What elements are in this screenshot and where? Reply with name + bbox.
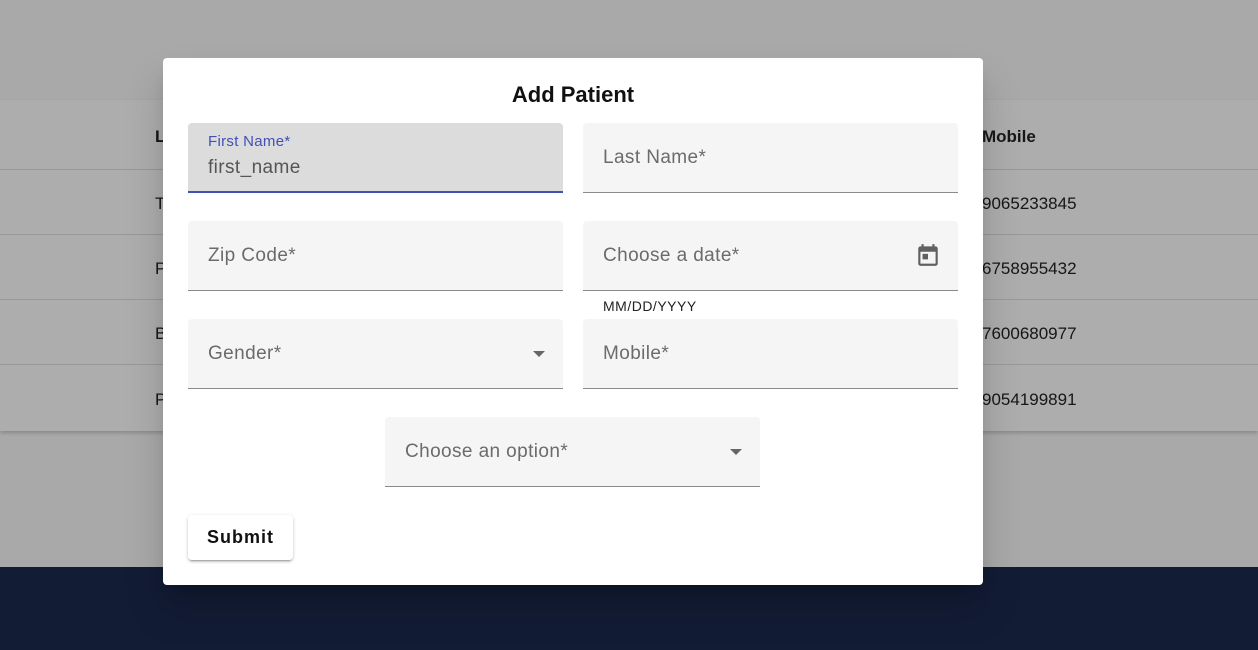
gender-label: Gender* (208, 343, 282, 364)
first-name-input[interactable]: first_name (208, 157, 301, 179)
zip-code-field[interactable]: Zip Code* (188, 221, 563, 291)
date-field[interactable]: Choose a date* (583, 221, 958, 291)
mobile-field[interactable]: Mobile* (583, 319, 958, 389)
dialog-title: Add Patient (511, 82, 635, 107)
add-patient-dialog: Add Patient First Name* first_name Last … (163, 58, 983, 585)
submit-button[interactable]: Submit (188, 515, 293, 560)
last-name-label: Last Name* (603, 147, 707, 168)
calendar-icon[interactable] (915, 242, 941, 268)
last-name-field[interactable]: Last Name* (583, 123, 958, 193)
dropdown-arrow-icon (533, 351, 545, 357)
date-format-hint: MM/DD/YYYY (603, 298, 697, 314)
option-label: Choose an option* (405, 441, 569, 462)
first-name-label: First Name* (208, 133, 291, 150)
date-label: Choose a date* (603, 245, 740, 266)
zip-code-label: Zip Code* (208, 245, 297, 266)
option-select[interactable]: Choose an option* (385, 417, 760, 487)
dropdown-arrow-icon (730, 449, 742, 455)
first-name-field[interactable]: First Name* first_name (188, 123, 563, 193)
mobile-label: Mobile* (603, 343, 670, 364)
gender-select[interactable]: Gender* (188, 319, 563, 389)
